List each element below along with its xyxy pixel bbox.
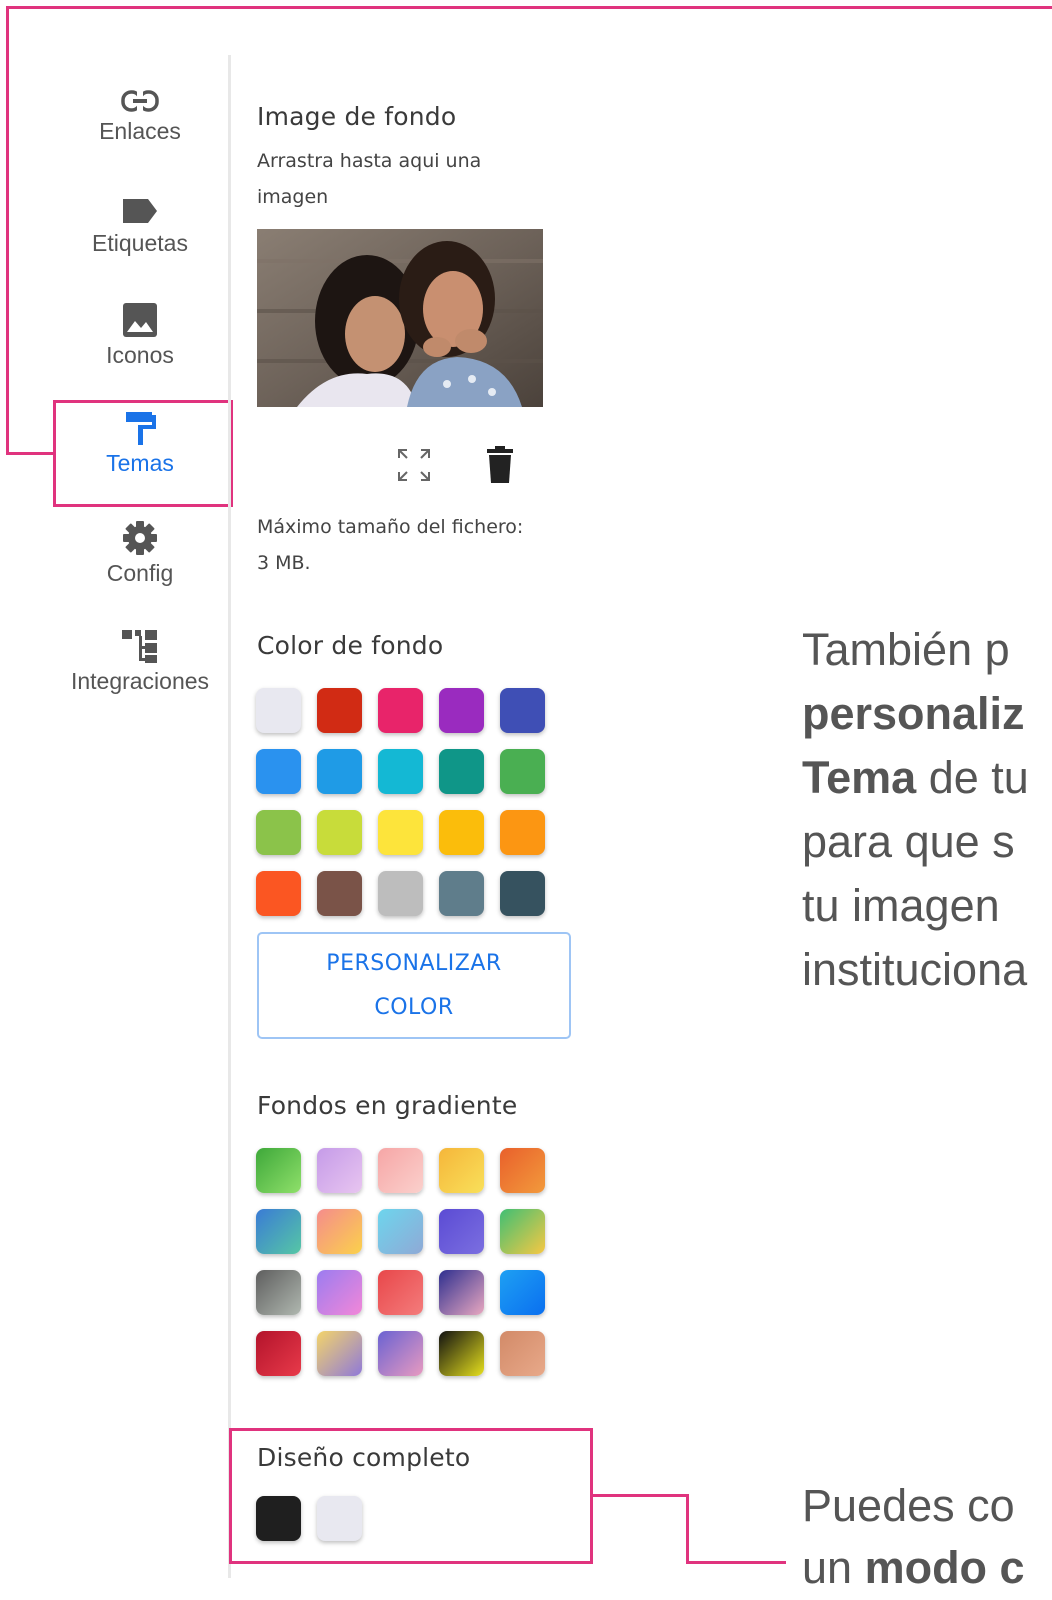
max-size-line2: 3 MB. — [257, 552, 311, 574]
link-icon — [121, 88, 159, 114]
gradient-swatch[interactable] — [256, 1209, 301, 1254]
color-swatch[interactable] — [256, 810, 301, 855]
color-swatch[interactable] — [378, 749, 423, 794]
color-swatch[interactable] — [439, 688, 484, 733]
color-swatch[interactable] — [256, 688, 301, 733]
gradient-swatch[interactable] — [317, 1270, 362, 1315]
annotation-note-1-line6: instituciona — [802, 944, 1028, 995]
color-swatch[interactable] — [439, 871, 484, 916]
annotation-note-1-line5: tu imagen — [802, 880, 1000, 931]
max-size-line1: Máximo tamaño del fichero: — [257, 516, 524, 538]
color-swatch[interactable] — [256, 871, 301, 916]
section-title-gradients: Fondos en gradiente — [257, 1091, 518, 1120]
annotation-connector-2c — [686, 1561, 786, 1564]
annotation-frame-left — [6, 6, 9, 455]
annotation-note-2-line2: un modo c — [802, 1536, 1025, 1600]
sidebar-item-config[interactable]: Config — [55, 520, 225, 587]
color-swatch[interactable] — [500, 810, 545, 855]
customize-color-label-line1: PERSONALIZAR — [326, 951, 502, 976]
annotation-note-1-bold: personaliz — [802, 688, 1025, 739]
annotation-note-1-line4: para que s — [802, 816, 1015, 867]
color-swatch[interactable] — [378, 871, 423, 916]
gradient-swatch[interactable] — [500, 1209, 545, 1254]
sidebar-item-enlaces[interactable]: Enlaces — [55, 88, 225, 145]
paint-roller-icon — [126, 412, 156, 445]
gradient-swatch[interactable] — [439, 1148, 484, 1193]
gradient-swatch[interactable] — [500, 1270, 545, 1315]
color-swatch[interactable] — [500, 749, 545, 794]
gradient-swatch[interactable] — [317, 1209, 362, 1254]
color-swatch[interactable] — [500, 871, 545, 916]
annotation-connector — [6, 452, 56, 455]
annotation-connector-2a — [591, 1494, 689, 1497]
color-swatch[interactable] — [317, 749, 362, 794]
annotation-note-1-rest: de tu — [916, 752, 1029, 803]
color-swatch[interactable] — [256, 749, 301, 794]
sidebar-item-iconos[interactable]: Iconos — [55, 302, 225, 369]
background-image-preview[interactable] — [257, 229, 543, 407]
image-icon — [123, 303, 157, 337]
sidebar-item-label: Config — [106, 560, 174, 586]
sidebar-divider — [228, 55, 231, 1578]
color-swatch[interactable] — [317, 871, 362, 916]
drop-hint-line2: imagen — [257, 186, 329, 208]
gradient-swatch[interactable] — [378, 1270, 423, 1315]
expand-icon[interactable] — [397, 448, 431, 482]
full-design-swatch[interactable] — [317, 1496, 362, 1541]
gear-icon — [123, 521, 157, 555]
hierarchy-icon — [122, 630, 157, 663]
sidebar-item-label: Enlaces — [99, 118, 181, 144]
customize-color-label-line2: COLOR — [374, 995, 454, 1020]
annotation-frame-top — [6, 6, 1052, 9]
gradient-swatch[interactable] — [500, 1148, 545, 1193]
annotation-note-1-tema: Tema — [802, 752, 917, 803]
annotation-note-2-line1: Puedes co — [802, 1480, 1015, 1531]
color-swatch[interactable] — [317, 688, 362, 733]
section-title-background-color: Color de fondo — [257, 631, 444, 660]
sidebar-item-label: Etiquetas — [92, 230, 188, 256]
sidebar-item-label: Iconos — [106, 342, 174, 368]
annotation-note-2-bold: modo c — [864, 1542, 1025, 1593]
annotation-connector-2b — [686, 1494, 689, 1564]
photo-two-girls — [257, 229, 543, 407]
gradient-swatch[interactable] — [378, 1209, 423, 1254]
label-icon — [123, 199, 157, 223]
annotation-note-2-start: un — [802, 1542, 865, 1593]
annotation-note-1-line3: Tema de tu — [802, 746, 1029, 810]
gradient-swatch[interactable] — [317, 1331, 362, 1376]
gradient-swatch[interactable] — [256, 1331, 301, 1376]
color-swatch[interactable] — [500, 688, 545, 733]
drop-hint-line1: Arrastra hasta aqui una — [257, 150, 482, 172]
sidebar-item-label: Temas — [106, 450, 174, 476]
color-swatch[interactable] — [378, 688, 423, 733]
gradient-swatch[interactable] — [256, 1148, 301, 1193]
annotation-note-1-line1: También p — [802, 624, 1010, 675]
full-design-swatch[interactable] — [256, 1496, 301, 1541]
section-title-full-design: Diseño completo — [257, 1443, 471, 1472]
gradient-swatch[interactable] — [439, 1209, 484, 1254]
gradient-swatch[interactable] — [378, 1331, 423, 1376]
customize-color-button[interactable]: PERSONALIZAR COLOR — [257, 932, 571, 1039]
trash-icon[interactable] — [486, 446, 514, 484]
sidebar-item-temas[interactable]: Temas — [55, 410, 225, 477]
gradient-swatch[interactable] — [317, 1148, 362, 1193]
annotation-note-1-line2: personaliz — [802, 682, 1025, 746]
color-swatch[interactable] — [317, 810, 362, 855]
gradient-swatch[interactable] — [500, 1331, 545, 1376]
sidebar-item-label: Integraciones — [70, 668, 210, 694]
color-swatch[interactable] — [439, 810, 484, 855]
color-swatch[interactable] — [378, 810, 423, 855]
gradient-swatch[interactable] — [256, 1270, 301, 1315]
gradient-swatch[interactable] — [439, 1331, 484, 1376]
sidebar-item-integraciones[interactable]: Integraciones — [55, 628, 225, 695]
sidebar-item-etiquetas[interactable]: Etiquetas — [55, 196, 225, 257]
gradient-swatch[interactable] — [378, 1148, 423, 1193]
color-swatch[interactable] — [439, 749, 484, 794]
gradient-swatch[interactable] — [439, 1270, 484, 1315]
section-title-background-image: Image de fondo — [257, 102, 457, 131]
